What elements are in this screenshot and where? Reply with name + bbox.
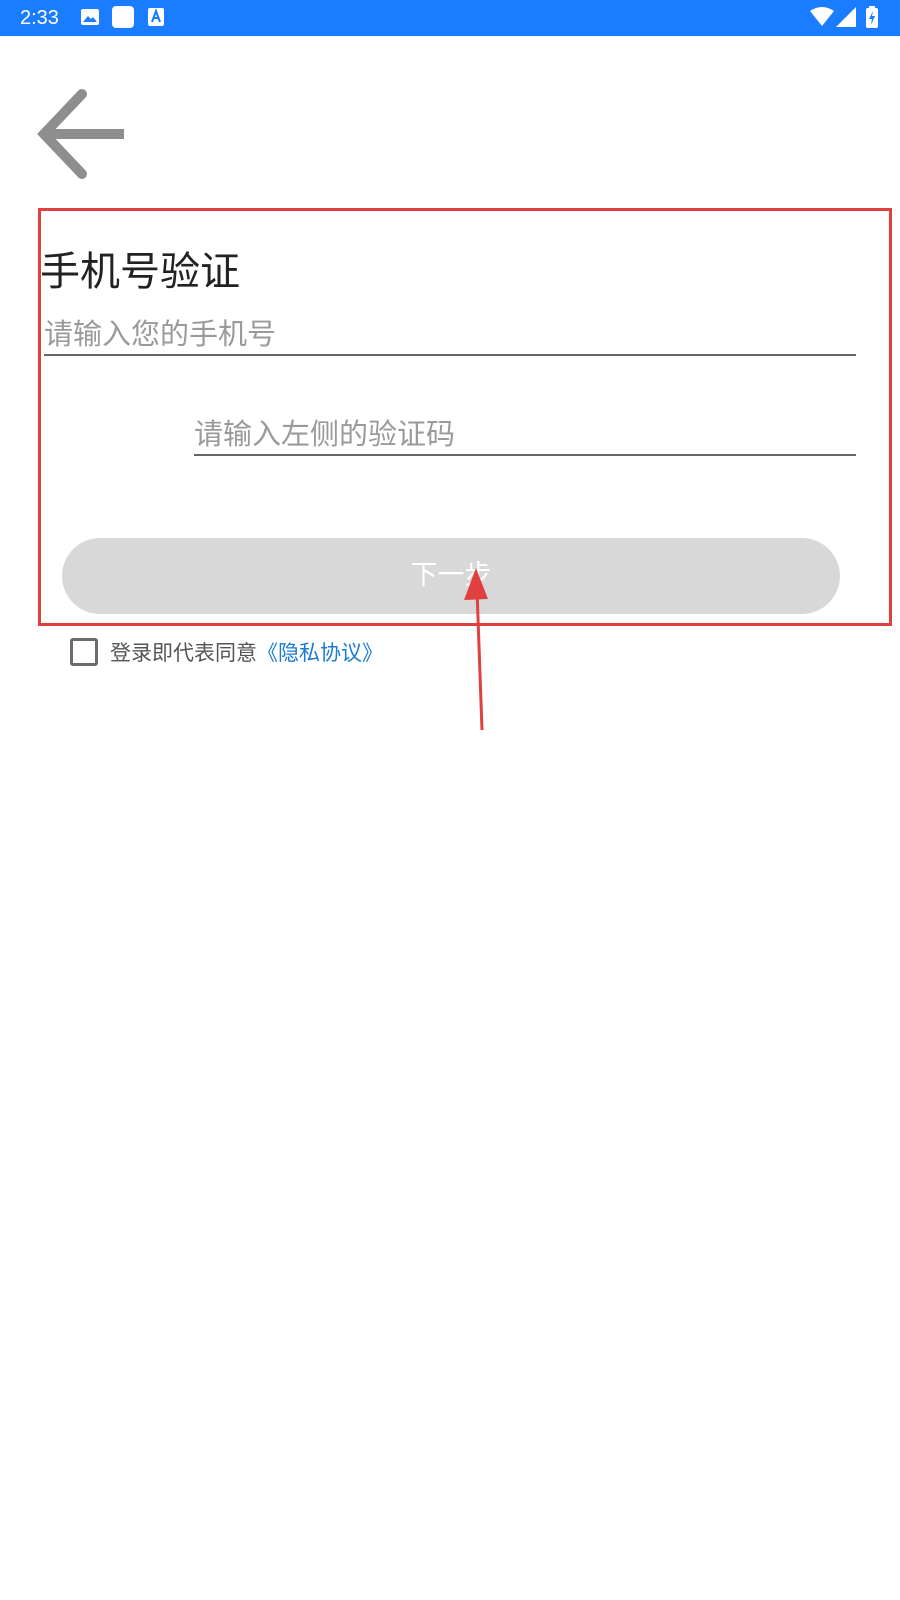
text-a-icon [148,8,164,26]
status-bar: 2:33 [0,0,900,36]
image-icon [81,9,99,25]
page-title: 手机号验证 [40,249,240,295]
captcha-input[interactable] [194,414,856,456]
status-time: 2:33 [20,7,59,29]
wifi-icon [810,7,834,26]
next-button[interactable]: 下一步 [62,538,840,614]
agreement-checkbox[interactable] [70,638,98,666]
phone-input[interactable] [44,314,856,356]
agreement-text: 登录即代表同意 [110,641,257,665]
app-square-icon [112,6,134,28]
agreement-row: 登录即代表同意 《隐私协议》 [70,636,383,668]
privacy-policy-link[interactable]: 《隐私协议》 [257,637,383,667]
arrow-left-icon[interactable] [36,88,128,180]
signal-icon [836,7,856,27]
battery-icon [866,6,878,28]
